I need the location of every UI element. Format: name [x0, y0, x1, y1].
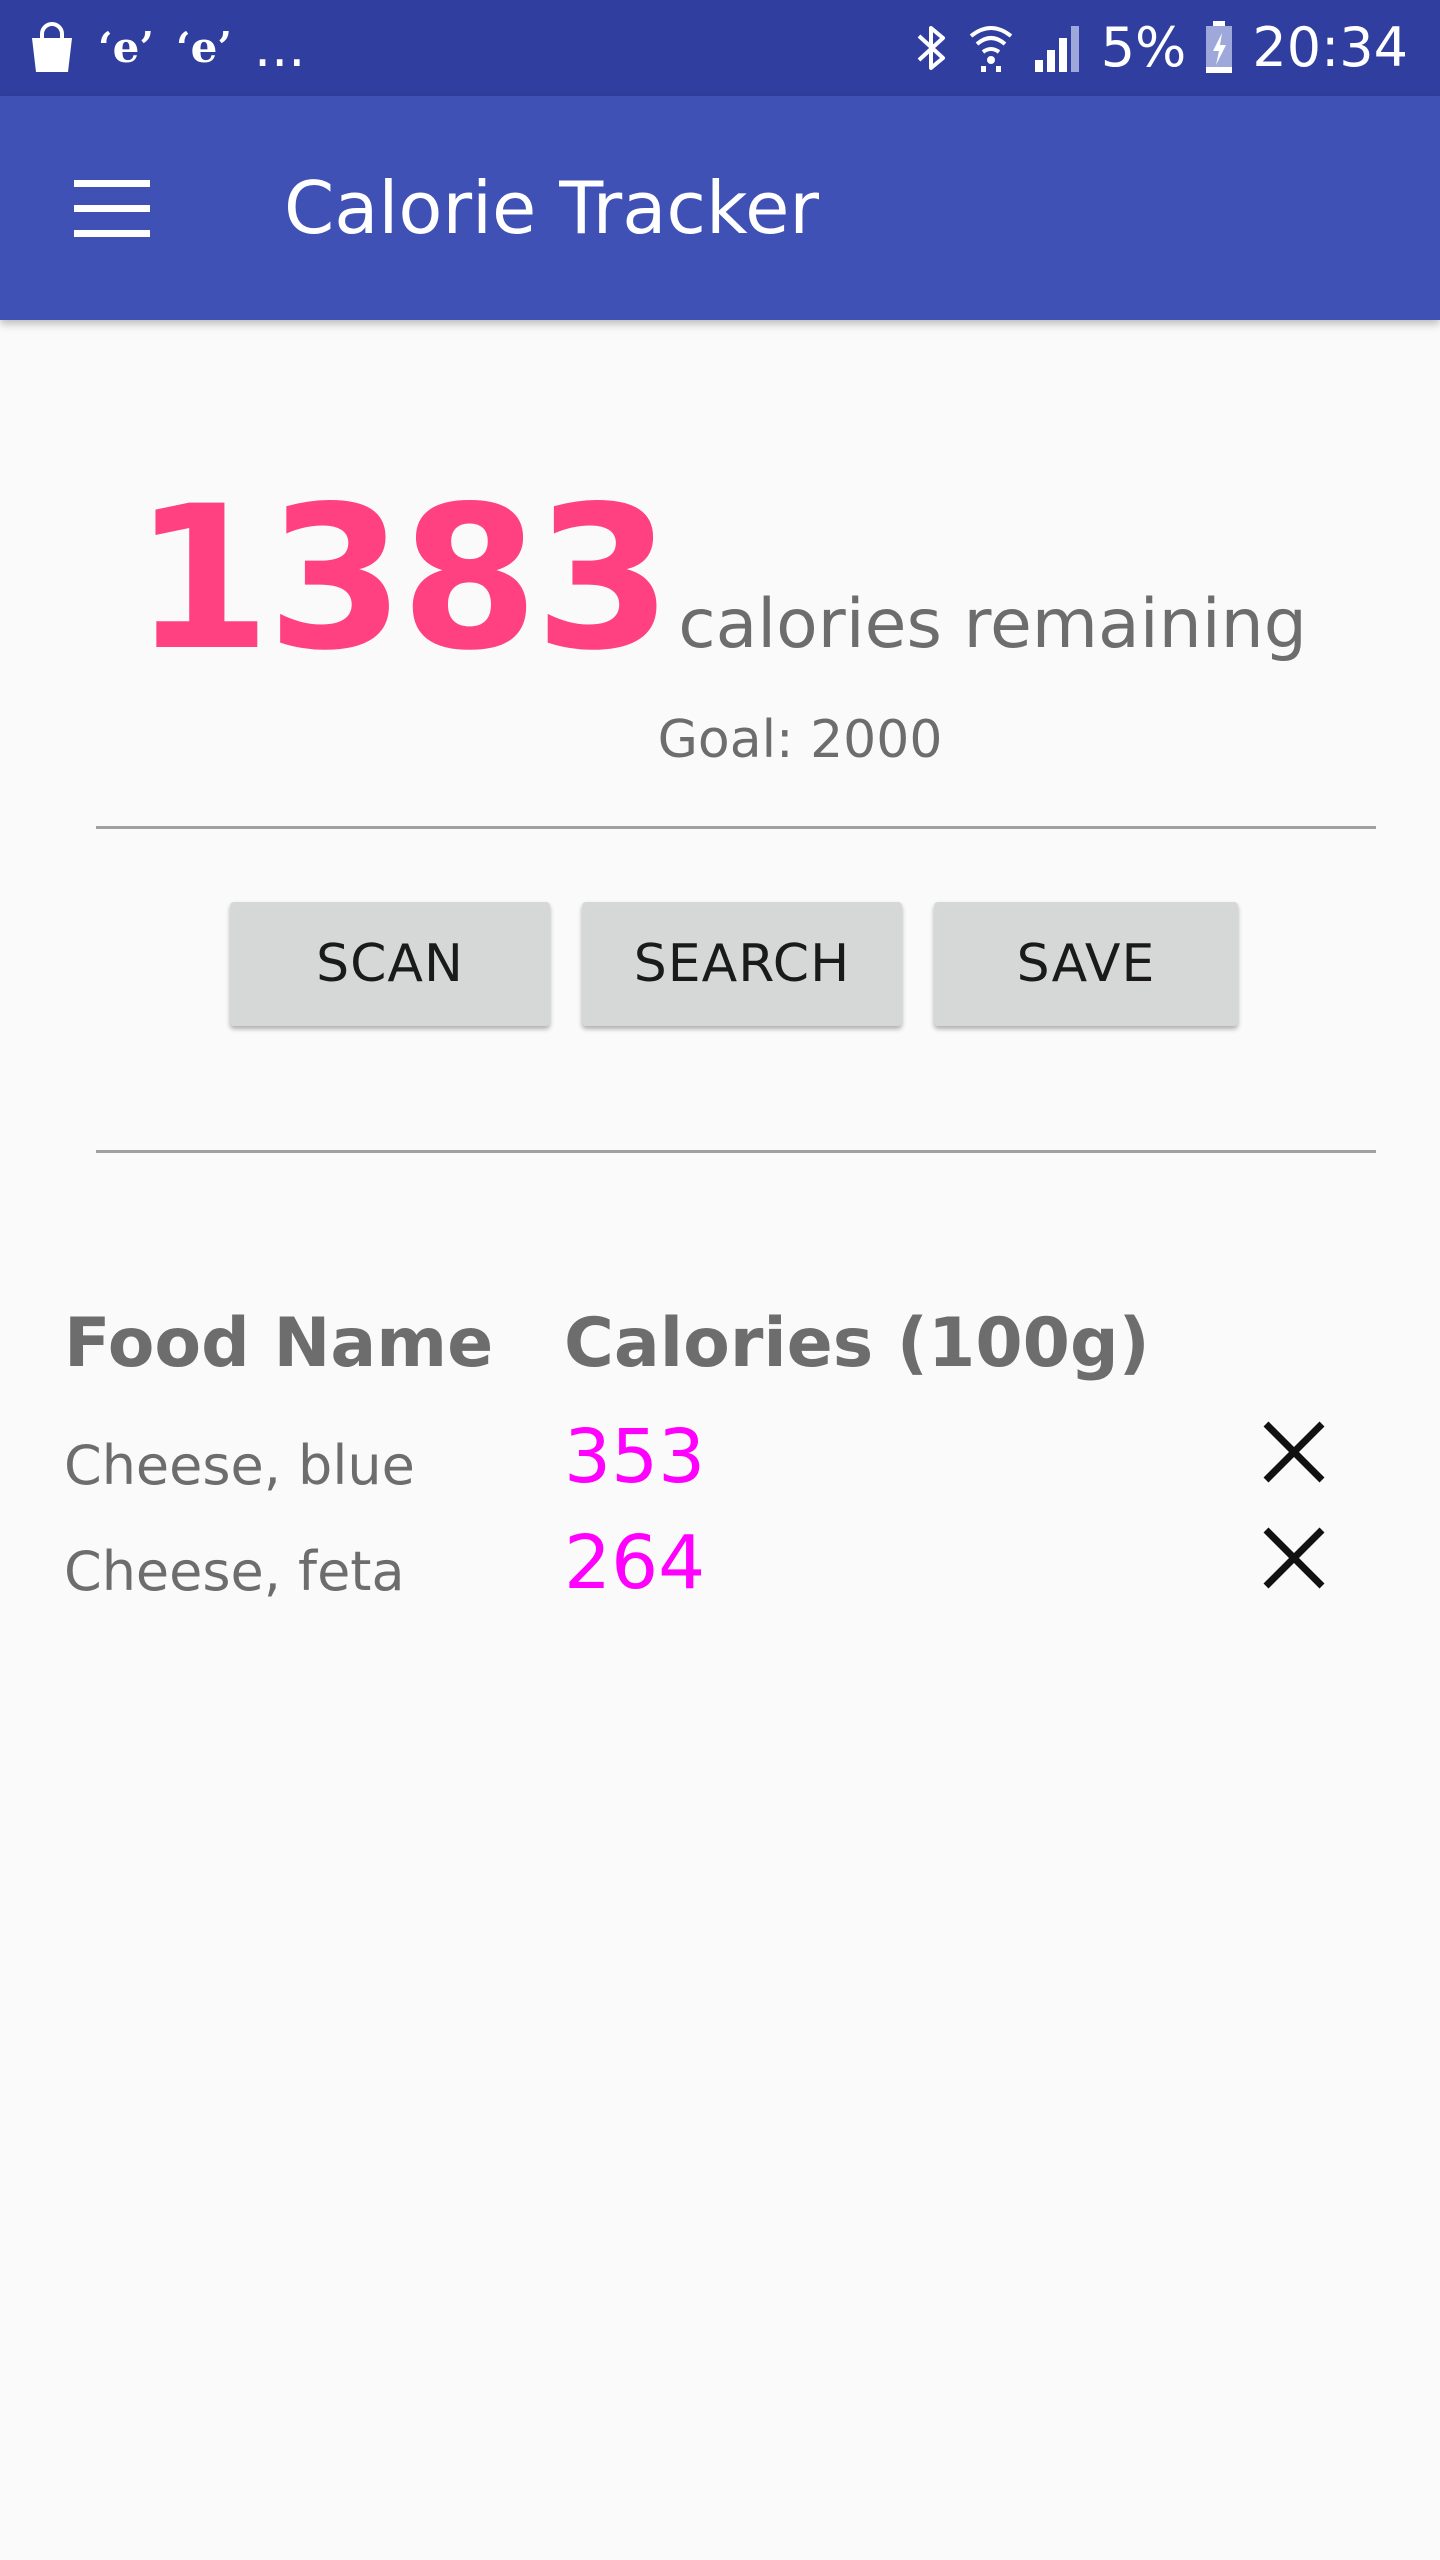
food-name: Cheese, feta [64, 1540, 405, 1603]
status-bar: ‘e’ ‘e’ ... 5% 20:34 [0, 0, 1440, 96]
e-app-icon: ‘e’ [98, 23, 154, 72]
goal-text: Goal: 2000 [657, 710, 943, 770]
battery-percent: 5% [1100, 16, 1187, 79]
divider [96, 1150, 1376, 1153]
calorie-summary: 1383 calories remaining [0, 480, 1440, 678]
app-title: Calorie Tracker [284, 166, 819, 250]
calories-header: Calories (100g) [564, 1304, 1150, 1383]
save-button[interactable]: SAVE [934, 902, 1238, 1026]
status-left: ‘e’ ‘e’ ... [28, 18, 327, 78]
clock: 20:34 [1252, 16, 1408, 79]
app-bar: Calorie Tracker [0, 96, 1440, 320]
wifi-icon [967, 18, 1015, 78]
shopping-bag-icon [28, 18, 76, 78]
action-buttons: SCAN SEARCH SAVE [230, 902, 1270, 1026]
table-row: Cheese, blue 353 [64, 1400, 1384, 1506]
scan-button[interactable]: SCAN [230, 902, 550, 1026]
food-name-header: Food Name [64, 1304, 494, 1383]
close-icon[interactable] [1254, 1518, 1334, 1598]
bluetooth-icon [913, 18, 949, 78]
battery-charging-icon [1204, 18, 1234, 78]
food-calories: 353 [564, 1414, 706, 1500]
hamburger-menu-icon[interactable] [64, 160, 160, 256]
table-header: Food Name Calories (100g) [64, 1290, 1384, 1400]
divider [96, 826, 1376, 829]
status-overflow: ... [253, 16, 306, 79]
close-icon[interactable] [1254, 1412, 1334, 1492]
calories-remaining-label: calories remaining [678, 585, 1307, 664]
table-row: Cheese, feta 264 [64, 1506, 1384, 1612]
search-button[interactable]: SEARCH [582, 902, 902, 1026]
food-calories: 264 [564, 1520, 706, 1606]
status-right: 5% 20:34 [895, 18, 1408, 78]
signal-icon [1033, 18, 1083, 78]
food-table: Food Name Calories (100g) Cheese, blue 3… [64, 1290, 1384, 1612]
food-name: Cheese, blue [64, 1434, 415, 1497]
e-app-icon: ‘e’ [175, 23, 232, 72]
calories-remaining-value: 1383 [133, 463, 672, 694]
